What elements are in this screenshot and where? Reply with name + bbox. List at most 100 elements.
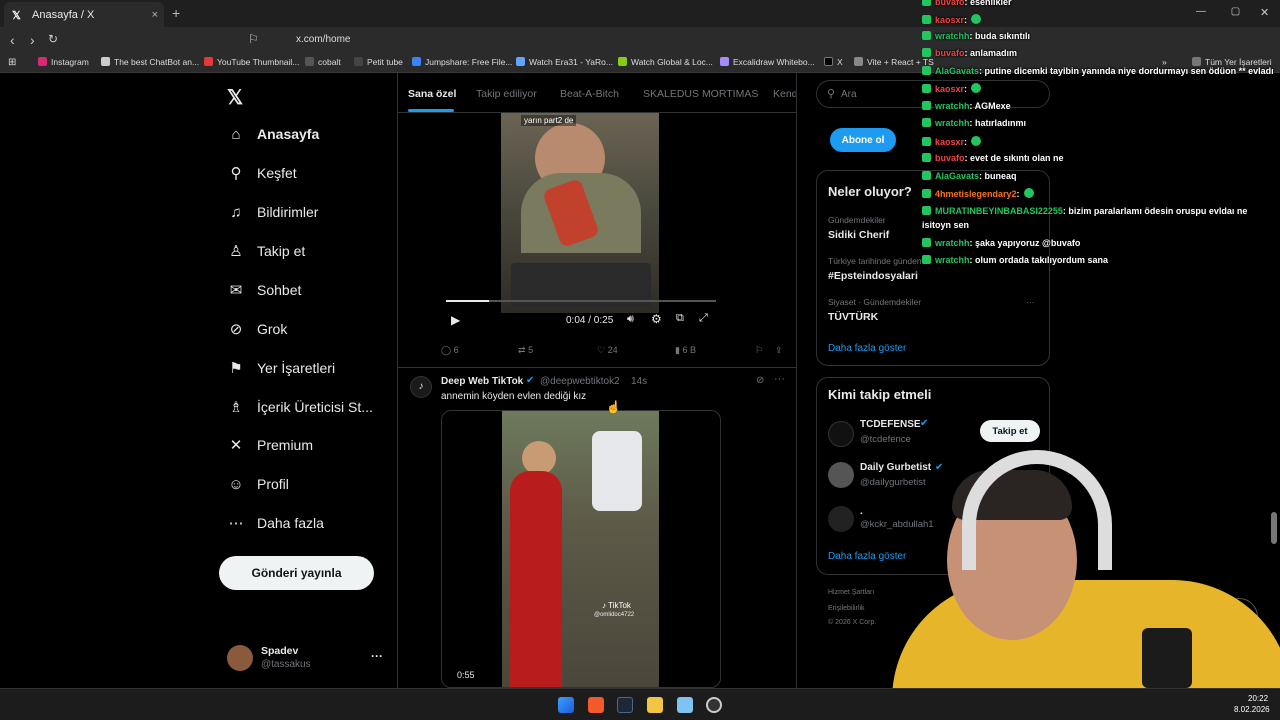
bookmark-item[interactable]: Excalidraw Whitebo... <box>720 57 815 67</box>
chat-text: : evet de sıkıntı olan ne <box>964 153 1064 163</box>
app-icon[interactable] <box>677 697 693 713</box>
close-window-icon[interactable]: ✕ <box>1260 6 1269 19</box>
grok-post-icon[interactable]: ⊘ <box>756 375 764 386</box>
windows-start-icon[interactable] <box>558 697 574 713</box>
nav-item-6[interactable]: ⊘ Grok <box>227 314 288 344</box>
bookmark-page-icon[interactable]: ⚐ <box>248 32 259 46</box>
nav-item-7[interactable]: ⚑ Yer İşaretleri <box>227 353 335 383</box>
chat-message: AlaGavats: putine dicemki tayibin yanınd… <box>922 66 1274 76</box>
man-shirt <box>592 431 642 511</box>
tiktok-watermark-user: @omlidoc4722 <box>594 612 635 618</box>
chat-username: wratchh <box>935 238 970 248</box>
trend-item[interactable]: Siyaset · Gündemdekiler TÜVTÜRK ··· <box>828 297 1038 323</box>
fullscreen-icon[interactable]: ⤢ <box>699 312 708 325</box>
post-author[interactable]: Deep Web TikTok <box>441 376 523 387</box>
chat-message: buvafo: anlamadım <box>922 48 1017 58</box>
obs-icon[interactable] <box>706 697 722 713</box>
post-button[interactable]: Gönderi yayınla <box>219 556 374 590</box>
chat-message: isitoyn sen <box>922 220 969 230</box>
nav-item-11[interactable]: ⋯ Daha fazla <box>227 508 324 538</box>
youtube-icon <box>204 57 213 66</box>
bookmark-item[interactable]: Petit tube <box>354 57 403 67</box>
nav-item-5[interactable]: ✉ Sohbet <box>227 275 302 305</box>
main-feed: Sana özel Takip ediliyor Beat-A-Bitch SK… <box>397 73 797 688</box>
bookmark-item[interactable]: Jumpshare: Free File... <box>412 57 512 67</box>
bookmark-item[interactable]: YouTube Thumbnail... <box>204 57 299 67</box>
nav-label: Yer İşaretleri <box>257 360 336 376</box>
nav-item-9[interactable]: ✕ Premium <box>227 430 313 460</box>
forward-icon[interactable]: › <box>30 32 35 48</box>
feed-tabs: Sana özel Takip ediliyor Beat-A-Bitch SK… <box>398 73 796 113</box>
tab-list-2[interactable]: SKALEDUS MORTIMAS <box>643 88 758 100</box>
pip-icon[interactable]: ⧉ <box>676 312 684 325</box>
nav-item-1[interactable]: ⌂ Anasayfa <box>227 119 319 149</box>
share-icon[interactable]: ⇪ <box>775 345 783 356</box>
close-tab-icon[interactable]: × <box>152 9 158 21</box>
reply-button[interactable]: ◯ 6 <box>441 345 459 356</box>
verified-icon: ✔ <box>920 418 929 429</box>
window-controls: — ▢ <box>1196 6 1262 17</box>
video-player[interactable]: yarın part2 de ▶ 0:04 / 0:25 🔊︎ ⚙ ⧉ ⤢ <box>441 113 721 335</box>
trend-more-icon[interactable]: ··· <box>1026 297 1035 307</box>
play-icon[interactable]: ▶ <box>451 313 460 327</box>
follow-button[interactable]: Takip et <box>980 420 1040 442</box>
settings-icon[interactable]: ⚙ <box>651 312 662 326</box>
video-player-2[interactable]: ♪ TikTok @omlidoc4722 0:55 <box>441 410 721 688</box>
brave-icon[interactable] <box>588 697 604 713</box>
apps-grid-icon[interactable]: ⊞ <box>8 57 16 68</box>
file-explorer-icon[interactable] <box>647 697 663 713</box>
chat-text: : olum ordada takılıyordum sana <box>969 255 1109 265</box>
tab-for-you[interactable]: Sana özel <box>408 88 456 100</box>
folder-icon <box>1192 57 1201 66</box>
show-more-trends[interactable]: Daha fazla göster <box>828 343 906 354</box>
chat-badge-icon <box>922 66 931 75</box>
chat-message: MURATINBEYINBABASI22255: bizim paralarla… <box>922 206 1247 216</box>
like-button[interactable]: ♡ 24 <box>597 345 618 356</box>
bookmark-item[interactable]: Watch Era31 - YaRo... <box>516 57 613 67</box>
x-logo[interactable]: 𝕏 <box>227 85 243 110</box>
chat-badge-icon <box>922 31 931 40</box>
post-more-icon[interactable]: ··· <box>774 373 785 385</box>
bookmark-item[interactable]: Watch Global & Loc... <box>618 57 713 67</box>
chat-badge-icon <box>922 15 931 24</box>
nav-item-4[interactable]: ♙ Takip et <box>227 236 305 266</box>
progress-fill <box>446 300 489 302</box>
new-tab-button[interactable]: + <box>172 5 180 21</box>
maximize-icon[interactable]: ▢ <box>1231 6 1240 17</box>
mouse-cursor-icon: ☝ <box>606 400 621 414</box>
nav-label: Grok <box>257 321 288 337</box>
repost-button[interactable]: ⇄ 5 <box>518 345 533 356</box>
tab-following[interactable]: Takip ediliyor <box>476 88 537 100</box>
steam-icon[interactable] <box>617 697 633 713</box>
account-more-icon[interactable]: ··· <box>371 649 383 663</box>
nav-item-8[interactable]: ♗ İçerik Üreticisi St... <box>227 392 373 422</box>
nav-item-2[interactable]: ⚲ Keşfet <box>227 158 297 188</box>
chat-emote-icon <box>971 14 982 24</box>
vite-icon <box>854 57 863 66</box>
nav-item-10[interactable]: ☺ Profil <box>227 469 289 499</box>
browser-tab[interactable]: 𝕏 Anasayfa / X × <box>4 2 164 27</box>
account-switcher[interactable]: Spadev @tassakus ··· <box>227 644 387 674</box>
chat-username: kaosxr <box>935 15 965 25</box>
tab-list-3[interactable]: Kend <box>773 88 796 100</box>
reload-icon[interactable]: ↻ <box>48 32 58 46</box>
chat-message: kaosxr: <box>922 83 982 94</box>
video-duration: 0:55 <box>454 669 478 681</box>
post-handle[interactable]: @deepwebtiktok2 <box>540 376 620 387</box>
volume-icon[interactable]: 🔊︎ <box>627 313 634 326</box>
tab-list-1[interactable]: Beat-A-Bitch <box>560 88 619 100</box>
back-icon[interactable]: ‹ <box>10 32 15 48</box>
bookmark-item[interactable]: The best ChatBot an... <box>101 57 199 67</box>
minimize-icon[interactable]: — <box>1196 6 1206 17</box>
nav-item-3[interactable]: ♫ Bildirimler <box>227 197 318 227</box>
views-button[interactable]: ▮ 6 B <box>675 345 696 356</box>
bookmark-item[interactable]: Instagram <box>38 57 89 67</box>
chat-badge-icon <box>922 206 931 215</box>
bookmark-item[interactable]: cobalt <box>305 57 341 67</box>
bookmark-post-icon[interactable]: ⚐ <box>755 345 763 356</box>
subscribe-button[interactable]: Abone ol <box>830 128 896 152</box>
chat-badge-icon <box>922 153 931 162</box>
bookmark-item[interactable]: X <box>824 57 843 67</box>
follow-suggestion[interactable]: TCDEFENSE ✔ @tcdefence Takip et <box>828 418 1043 450</box>
post-avatar[interactable]: ♪ <box>410 376 432 398</box>
